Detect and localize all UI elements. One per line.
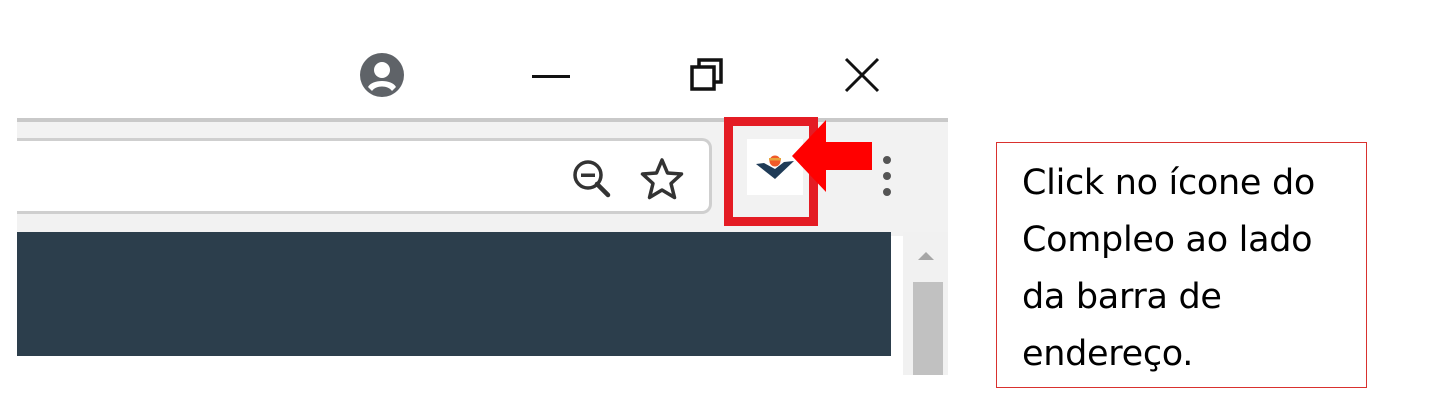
scroll-up-button[interactable] [903, 232, 948, 280]
close-icon [844, 57, 880, 93]
close-button[interactable] [827, 40, 897, 110]
triangle-up-icon [917, 252, 934, 260]
kebab-menu-icon [883, 156, 891, 196]
vertical-scrollbar[interactable] [903, 232, 948, 375]
minimize-icon [532, 75, 570, 78]
scrollbar-thumb[interactable] [913, 282, 943, 375]
minimize-button[interactable] [517, 40, 587, 110]
restore-button[interactable] [672, 40, 742, 110]
screenshot-stage: Click no ícone do Compleo ao lado da bar… [0, 0, 1435, 402]
zoom-out-icon [573, 160, 611, 198]
profile-button[interactable] [347, 40, 417, 110]
address-bar[interactable] [17, 138, 712, 214]
bookmark-button[interactable] [637, 154, 687, 204]
browser-menu-button[interactable] [867, 136, 907, 216]
pointing-arrow-icon [792, 120, 872, 192]
star-icon [640, 158, 684, 200]
account-circle-icon [360, 53, 404, 97]
page-content-area [17, 232, 891, 356]
zoom-button[interactable] [567, 154, 617, 204]
instruction-text: Click no ícone do Compleo ao lado da bar… [1022, 163, 1315, 374]
instruction-callout: Click no ícone do Compleo ao lado da bar… [996, 142, 1367, 388]
restore-icon [690, 58, 723, 91]
